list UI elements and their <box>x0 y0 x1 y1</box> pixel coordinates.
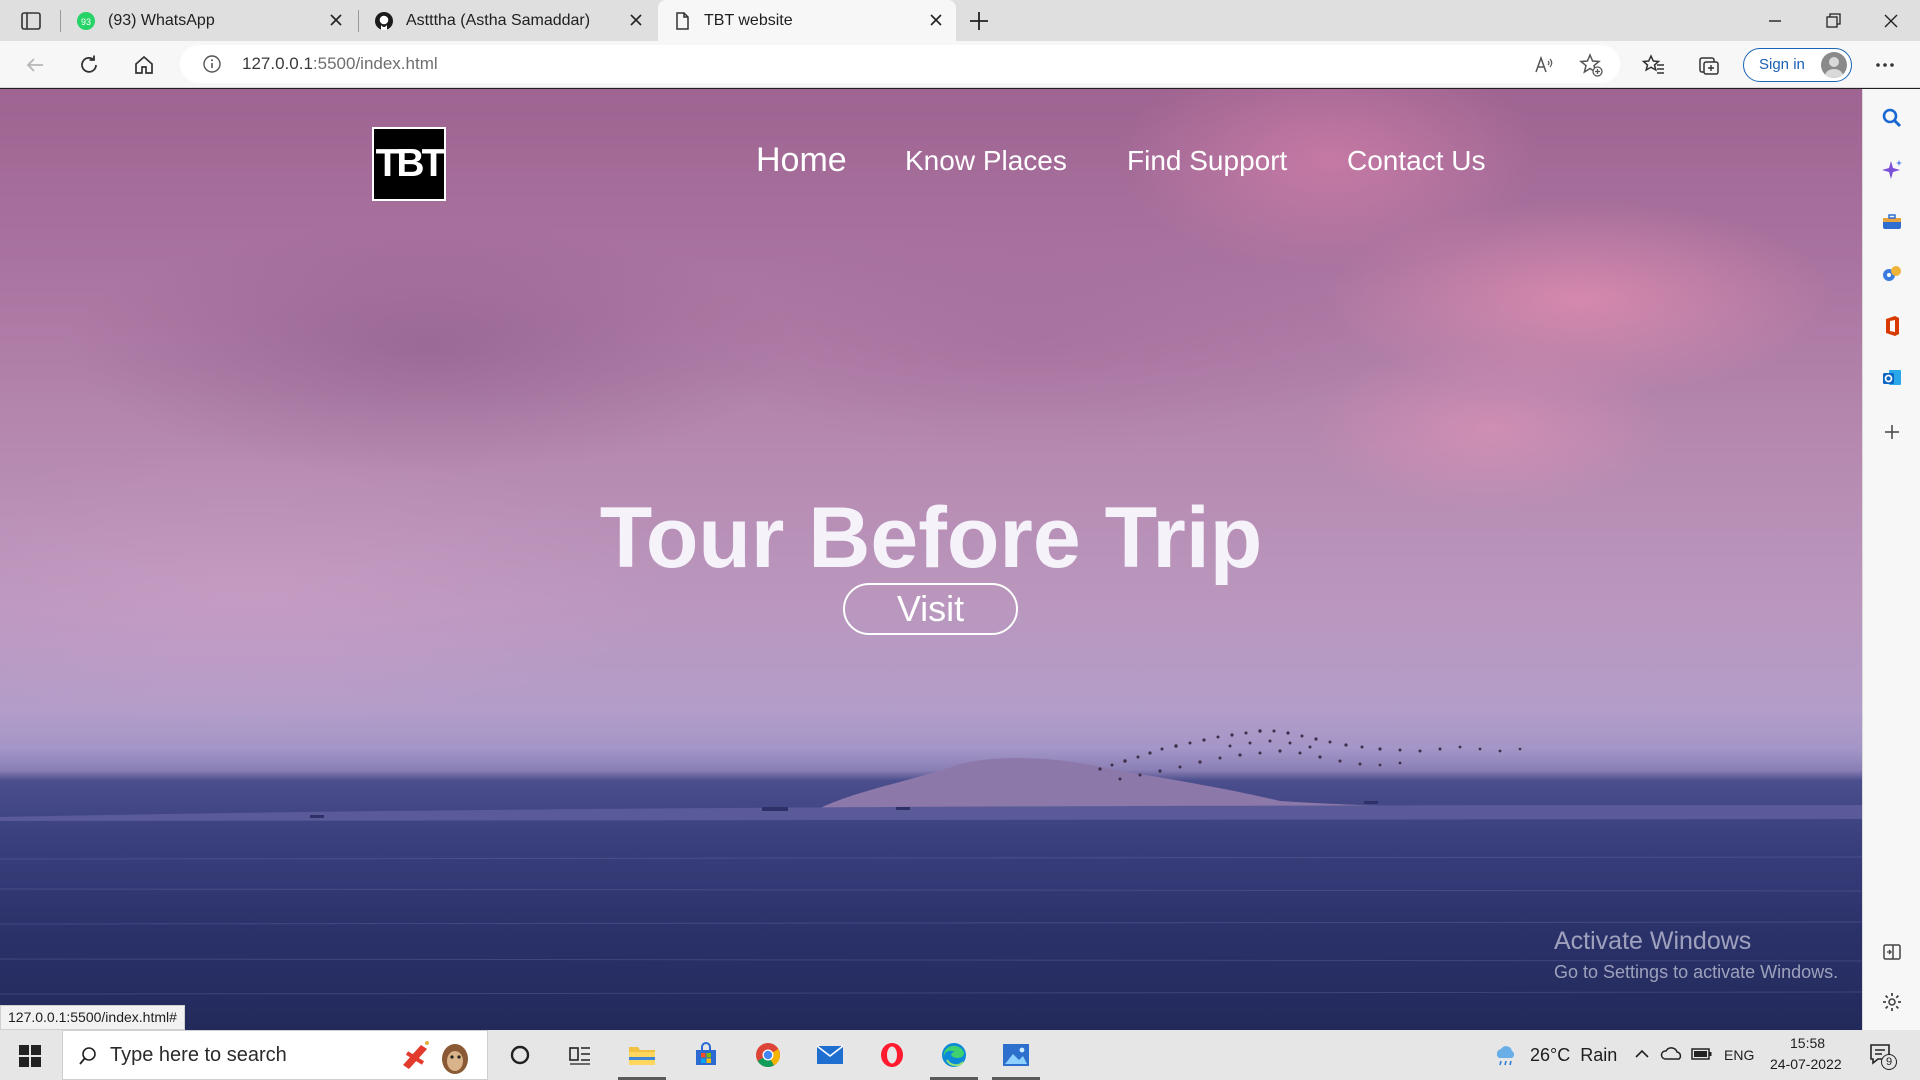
address-bar[interactable]: 127.0.0.1:5500/index.html <box>180 45 1620 83</box>
url-host: 127.0.0.1 <box>242 54 313 73</box>
more-options-icon[interactable] <box>1868 48 1902 82</box>
outlook-icon[interactable] <box>1877 363 1907 393</box>
edge-icon[interactable] <box>930 1034 978 1080</box>
nav-know-places[interactable]: Know Places <box>905 145 1067 177</box>
microsoft-store-icon[interactable] <box>682 1034 730 1076</box>
visit-button[interactable]: Visit <box>843 583 1018 635</box>
taskbar-search-input[interactable]: Type here to search <box>62 1030 488 1080</box>
close-icon[interactable] <box>626 10 646 30</box>
mail-icon[interactable] <box>806 1034 854 1076</box>
search-icon <box>77 1045 99 1067</box>
tab-whatsapp[interactable]: 93 (93) WhatsApp <box>62 0 356 41</box>
browser-toolbar: 127.0.0.1:5500/index.html Sign in <box>0 41 1920 88</box>
watermark-title: Activate Windows <box>1554 927 1752 955</box>
clock-time[interactable]: 15:58 <box>1790 1035 1825 1051</box>
onedrive-cloud-icon[interactable] <box>1660 1044 1684 1064</box>
chrome-icon[interactable] <box>744 1034 792 1076</box>
page-icon <box>672 11 692 31</box>
start-windows-icon[interactable] <box>18 1044 42 1068</box>
collections-icon[interactable] <box>1692 48 1726 82</box>
photos-icon[interactable] <box>992 1034 1040 1080</box>
nav-home[interactable]: Home <box>756 141 847 180</box>
nav-contact-us[interactable]: Contact Us <box>1347 145 1486 177</box>
close-icon[interactable] <box>926 10 946 30</box>
back-icon[interactable] <box>18 48 52 82</box>
tab-title: Astttha (Astha Samaddar) <box>406 11 591 29</box>
add-favorite-icon[interactable] <box>1578 52 1604 78</box>
weather-rain-icon[interactable] <box>1492 1042 1518 1068</box>
clock-date[interactable]: 24-07-2022 <box>1770 1056 1842 1072</box>
tab-title: (93) WhatsApp <box>108 11 215 29</box>
whatsapp-icon: 93 <box>76 11 96 31</box>
hide-sidebar-icon[interactable] <box>1877 937 1907 967</box>
tools-briefcase-icon[interactable] <box>1877 207 1907 237</box>
read-aloud-icon[interactable] <box>1532 53 1556 77</box>
window-close-icon[interactable] <box>1878 8 1904 34</box>
tab-badge: 93 <box>81 17 91 27</box>
browser-tab-strip: 93 (93) WhatsApp Astttha (Astha Samaddar… <box>0 0 1920 41</box>
logo-text: TBT <box>375 142 446 185</box>
home-icon[interactable] <box>127 48 161 82</box>
discover-sparkle-icon[interactable] <box>1877 155 1907 185</box>
games-icon[interactable] <box>1877 259 1907 289</box>
search-highlight-icon[interactable] <box>393 1035 481 1077</box>
windows-taskbar: Type here to search 26°C Rain ENG 15:58 … <box>0 1030 1920 1080</box>
github-icon <box>374 11 394 31</box>
status-bar-url: 127.0.0.1:5500/index.html# <box>0 1005 185 1030</box>
url-text[interactable]: 127.0.0.1:5500/index.html <box>242 54 438 74</box>
add-sidebar-icon[interactable] <box>1877 417 1907 447</box>
restore-icon[interactable] <box>1820 8 1846 34</box>
site-logo[interactable]: TBT <box>372 127 446 201</box>
language-indicator[interactable]: ENG <box>1724 1047 1754 1063</box>
tab-github[interactable]: Astttha (Astha Samaddar) <box>360 0 656 41</box>
notification-count: 9 <box>1885 1056 1893 1068</box>
favorites-icon[interactable] <box>1637 48 1671 82</box>
close-icon[interactable] <box>326 10 346 30</box>
tab-tbt-website[interactable]: TBT website <box>658 0 956 41</box>
search-icon[interactable] <box>1877 103 1907 133</box>
refresh-icon[interactable] <box>72 48 106 82</box>
cortana-icon[interactable] <box>496 1034 544 1076</box>
hero-title: Tour Before Trip <box>599 490 1263 586</box>
opera-icon[interactable] <box>868 1034 916 1076</box>
nav-find-support[interactable]: Find Support <box>1127 145 1287 177</box>
sign-in-label: Sign in <box>1759 56 1805 73</box>
file-explorer-icon[interactable] <box>618 1034 666 1080</box>
notification-center-icon[interactable]: 9 <box>1868 1042 1898 1070</box>
notification-count-badge: 9 <box>1881 1054 1897 1070</box>
page-viewport: TBT Home Know Places Find Support Contac… <box>0 89 1862 1030</box>
avatar <box>1821 52 1847 78</box>
site-info-icon[interactable] <box>202 54 222 74</box>
tab-actions-icon[interactable] <box>20 10 42 32</box>
new-tab-icon[interactable] <box>966 8 992 34</box>
office-icon[interactable] <box>1877 311 1907 341</box>
settings-gear-icon[interactable] <box>1877 987 1907 1017</box>
activate-windows-watermark: Activate Windows Go to Settings to activ… <box>1554 927 1838 983</box>
chevron-up-icon[interactable] <box>1632 1044 1652 1064</box>
task-view-icon[interactable] <box>556 1034 604 1076</box>
tab-title: TBT website <box>704 11 793 29</box>
url-path: :5500/index.html <box>312 54 438 73</box>
watermark-subtitle: Go to Settings to activate Windows. <box>1554 962 1839 982</box>
sign-in-button[interactable]: Sign in <box>1743 48 1852 82</box>
search-placeholder: Type here to search <box>110 1044 287 1066</box>
browser-sidebar <box>1862 89 1920 1030</box>
weather-text[interactable]: 26°C Rain <box>1530 1045 1617 1066</box>
minimize-icon[interactable] <box>1762 8 1788 34</box>
battery-icon[interactable] <box>1690 1045 1714 1063</box>
